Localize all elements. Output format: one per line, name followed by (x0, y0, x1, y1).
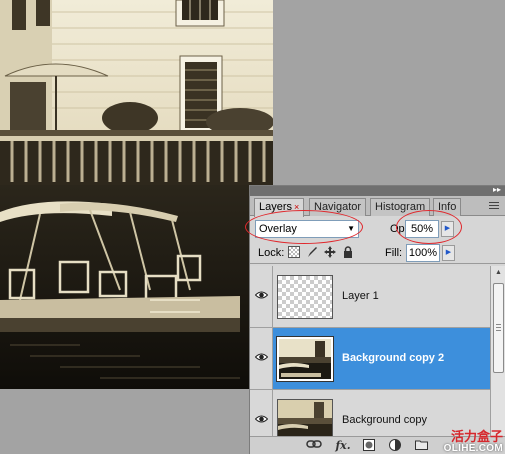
layers-list: Layer 1 Background copy 2 Background cop… (250, 266, 490, 436)
lock-transparency-icon[interactable] (288, 246, 300, 258)
eye-icon (255, 353, 268, 361)
layer-thumbnail (277, 275, 333, 319)
layer-row-layer-1[interactable]: Layer 1 (250, 266, 490, 328)
photo-illustration (0, 0, 273, 389)
annotation-oval-blend-mode (245, 210, 363, 244)
visibility-toggle[interactable] (250, 266, 273, 327)
link-icon[interactable] (306, 439, 322, 453)
fill-input[interactable]: 100% (406, 244, 440, 262)
annotation-oval-opacity (396, 210, 462, 244)
mask-icon[interactable] (362, 439, 376, 453)
transparency-checker (278, 276, 332, 318)
watermark-url: OLIHE.COM (443, 443, 503, 454)
document-photo[interactable] (0, 0, 273, 389)
photo-thumbnail (278, 400, 332, 436)
layer-thumbnail (277, 399, 333, 436)
lock-move-icon[interactable] (324, 246, 336, 258)
visibility-toggle[interactable] (250, 328, 273, 389)
panel-title-bar[interactable]: ▸▸ (250, 185, 505, 196)
panel-menu-icon[interactable] (486, 200, 502, 212)
lock-fill-row: Lock: Fill: 100% ▶ (250, 242, 505, 264)
scroll-up-icon[interactable]: ▲ (491, 266, 505, 280)
fill-label: Fill: (385, 247, 403, 259)
layer-name[interactable]: Layer 1 (342, 290, 379, 302)
adjustment-icon[interactable] (388, 439, 402, 453)
photo-thumbnail (279, 339, 331, 379)
lock-brush-icon[interactable] (306, 246, 318, 258)
eye-icon (255, 415, 268, 423)
layer-name[interactable]: Background copy (342, 414, 427, 426)
watermark: 活力盒子 OLIHE.COM (444, 431, 503, 454)
layers-scrollbar[interactable]: ▲ (490, 266, 505, 436)
fx-icon[interactable]: fx. (334, 439, 352, 453)
layer-name[interactable]: Background copy 2 (342, 352, 444, 364)
folder-icon[interactable] (414, 439, 428, 453)
scrollbar-thumb[interactable] (493, 283, 504, 373)
lock-all-icon[interactable] (342, 246, 354, 258)
lock-label: Lock: (258, 247, 285, 259)
visibility-toggle[interactable] (250, 390, 273, 436)
collapse-panel-icon[interactable]: ▸▸ (491, 185, 503, 195)
fill-slider-button[interactable]: ▶ (442, 245, 455, 261)
eye-icon (255, 291, 268, 299)
layer-row-background-copy-2[interactable]: Background copy 2 (250, 328, 490, 390)
layer-thumbnail (276, 336, 334, 382)
